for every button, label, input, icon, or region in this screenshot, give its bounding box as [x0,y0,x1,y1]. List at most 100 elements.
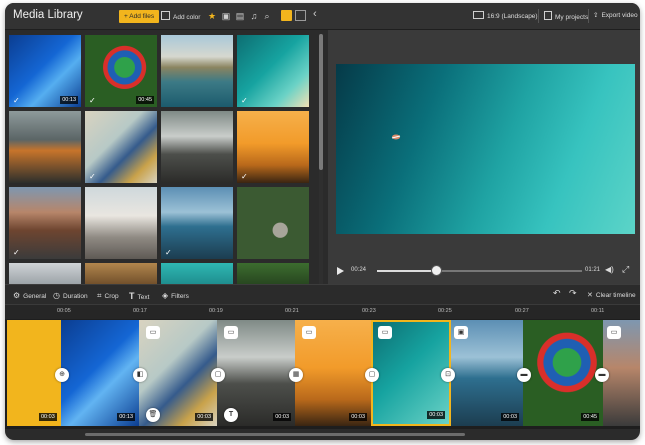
transition-icon[interactable]: ▢ [365,368,379,382]
clip-screen-icon[interactable]: ▭ [146,326,160,339]
delete-icon[interactable]: 🗑 [146,408,160,422]
star-icon[interactable]: ★ [206,10,218,22]
crop-icon: ⌗ [97,291,102,300]
crop-label: Crop [104,293,119,300]
export-icon: ⇪ [593,12,599,19]
media-thumbnail[interactable] [161,35,233,107]
media-thumbnail[interactable] [85,187,157,259]
clip-screen-icon[interactable]: ▭ [224,326,238,339]
media-thumbnail[interactable]: ✓ [161,187,233,259]
divider [588,9,589,23]
aspect-ratio-button[interactable]: 16:9 (Landscape) [473,11,538,20]
list-view-icon[interactable] [295,10,306,21]
music-icon[interactable]: ♫ [248,10,260,22]
check-icon: ✓ [241,172,248,181]
duration-button[interactable]: ◷ Duration [53,291,88,300]
transition-icon[interactable]: ▬ [595,368,609,382]
timeline-clip[interactable]: 00:03 [7,320,61,426]
media-thumbnail[interactable]: ✓ [85,111,157,183]
search-icon[interactable]: ⌕ [261,10,273,22]
clip-screen-icon[interactable]: ▭ [607,326,621,339]
media-thumbnail[interactable] [237,263,309,285]
transition-icon[interactable]: ⊡ [441,368,455,382]
media-thumbnail[interactable] [9,263,81,285]
clip-duration: 00:03 [501,413,519,421]
current-time: 00:24 [351,267,367,273]
filters-button[interactable]: ◈ Filters [162,291,189,300]
boat-icon [391,134,401,140]
transition-icon[interactable]: ◧ [133,368,147,382]
ruler-tick: 00:21 [285,308,299,314]
media-thumbnail[interactable] [161,111,233,183]
media-thumbnail[interactable]: ✓ [9,187,81,259]
timeline-scrollbar[interactable] [85,433,465,436]
timeline: 00:03 00:13 00:03 00:03 00:03 00:03 00:0… [5,319,640,429]
text-overlay-icon[interactable]: T [224,408,238,422]
grid-view-icon[interactable] [281,10,292,21]
check-icon: ✓ [165,248,172,257]
media-thumbnail[interactable] [85,263,157,285]
media-thumbnail[interactable]: ✓ 00:13 [9,35,81,107]
text-icon: T [129,291,135,301]
ruler-tick: 00:19 [209,308,223,314]
projects-icon [544,11,552,20]
timeline-ruler[interactable]: 00:05 00:17 00:19 00:21 00:23 00:25 00:2… [5,304,640,319]
media-thumbnail[interactable] [9,111,81,183]
divider [538,9,539,23]
clip-screen-icon[interactable]: ▭ [302,326,316,339]
transition-icon[interactable]: ▬ [517,368,531,382]
duration-label: Duration [62,293,88,300]
check-icon: ✓ [241,96,248,105]
transition-icon[interactable]: ▢ [211,368,225,382]
clip-image-icon[interactable]: ▣ [454,326,468,339]
clip-duration: 00:03 [39,413,57,421]
thumbnail-duration: 00:13 [60,96,78,104]
gear-icon: ⚙ [13,291,21,300]
media-thumbnail[interactable] [237,187,309,259]
text-button[interactable]: T Text [129,291,149,301]
collapse-panel-icon[interactable]: ‹ [313,8,317,20]
fullscreen-icon[interactable]: ⤢ [622,264,629,275]
ruler-tick: 00:23 [362,308,376,314]
add-color-label: Add color [173,14,201,21]
media-thumbnail[interactable]: ✓ [237,35,309,107]
film-transition-icon[interactable]: ▦ [289,368,303,382]
clear-timeline-button[interactable]: ✕ Clear timeline [587,291,636,299]
media-thumbnail[interactable]: ✓ 00:45 [85,35,157,107]
ruler-tick: 00:17 [133,308,147,314]
timeline-clip[interactable]: 00:13 [61,320,139,426]
my-projects-button[interactable]: My projects [544,11,588,21]
clip-duration: 00:03 [349,413,367,421]
filters-icon: ◈ [162,291,169,300]
general-label: General [23,293,47,300]
media-scrollbar-thumb[interactable] [319,34,323,170]
check-icon: ✓ [13,96,20,105]
zoom-transition-icon[interactable]: ⊕ [55,368,69,382]
volume-icon[interactable]: ◀) [605,265,614,274]
undo-icon[interactable]: ↶ [553,288,561,299]
media-thumbnail[interactable] [161,263,233,285]
close-icon: ✕ [587,292,593,299]
redo-icon[interactable]: ↷ [569,288,577,299]
clip-screen-icon[interactable]: ▭ [378,326,392,339]
check-icon: ✓ [89,172,96,181]
crop-button[interactable]: ⌗ Crop [97,291,119,301]
video-preview[interactable] [336,64,635,234]
clear-timeline-label: Clear timeline [595,292,636,299]
seek-bar-progress [377,270,437,272]
timeline-clip[interactable]: 00:45 [523,320,603,426]
general-button[interactable]: ⚙ General [13,291,46,300]
my-projects-label: My projects [555,14,589,21]
add-files-button[interactable]: + Add files [119,10,160,23]
add-color-button[interactable]: Add color [161,11,200,21]
clock-icon: ◷ [53,291,60,300]
media-thumbnail[interactable]: ✓ [237,111,309,183]
export-video-button[interactable]: ⇪ Export video [593,11,638,19]
ruler-tick: 00:11 [591,308,605,314]
clip-duration: 00:03 [427,411,445,419]
text-label: Text [137,294,150,301]
image-icon[interactable]: ▤ [234,10,246,22]
play-button[interactable] [337,267,344,275]
media-library-panel: ✓ 00:13 ✓ 00:45 ✓ ✓ ✓ ✓ ✓ [5,30,327,288]
video-icon[interactable]: ▣ [220,10,232,22]
